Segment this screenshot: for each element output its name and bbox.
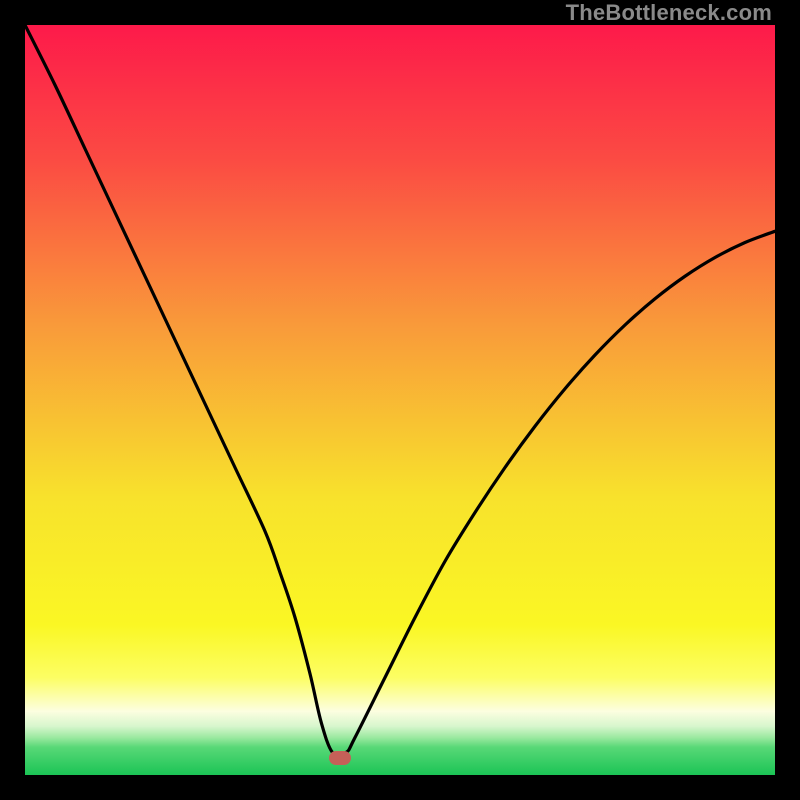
chart-frame: TheBottleneck.com <box>0 0 800 800</box>
bottleneck-curve <box>25 25 775 775</box>
plot-area <box>25 25 775 775</box>
watermark-text: TheBottleneck.com <box>566 0 772 26</box>
optimum-marker <box>329 751 351 765</box>
